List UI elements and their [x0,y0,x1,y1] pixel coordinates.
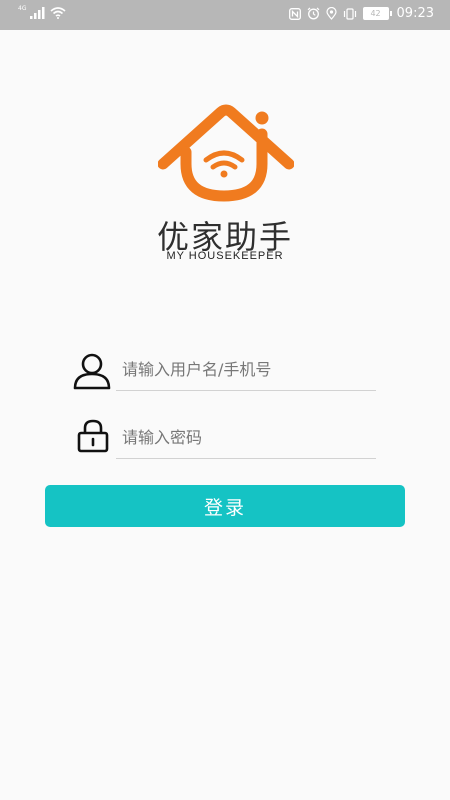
nfc-icon [288,7,301,20]
user-icon [73,353,111,390]
status-time: 09:23 [396,6,434,21]
status-bar-right: 42 09:23 [288,6,434,21]
wifi-icon [50,7,66,19]
status-bar: 4G 42 09:23 [0,0,450,30]
password-field [116,418,376,459]
status-bar-left: 4G [18,5,66,19]
signal-icon [30,7,45,19]
brand-name-en: MY HOUSEKEEPER [166,250,284,262]
battery-icon: 42 [362,7,392,20]
house-logo-icon [158,104,294,202]
lock-icon [77,419,109,453]
vibrate-icon [343,7,356,20]
location-icon [325,7,337,20]
alarm-icon [307,7,319,20]
password-input[interactable] [116,418,376,456]
username-input[interactable] [116,350,376,388]
login-button[interactable]: 登录 [45,485,405,527]
network-type-label: 4G [18,5,27,12]
username-field [116,350,376,391]
